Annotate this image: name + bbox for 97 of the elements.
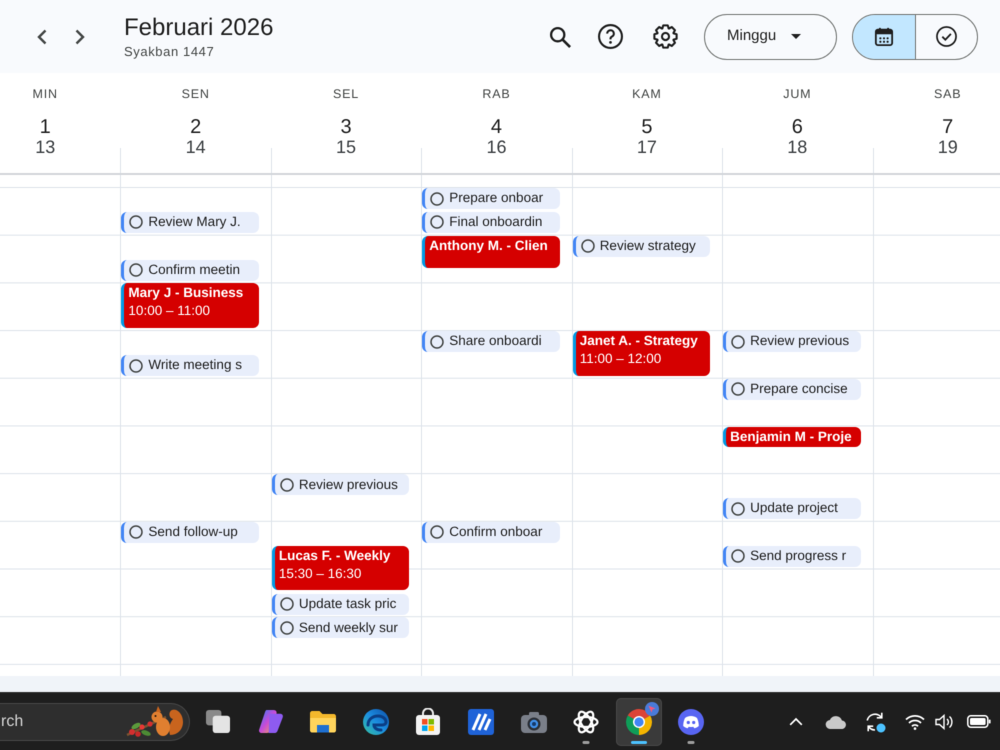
cloud-icon[interactable]	[825, 714, 847, 728]
hijri-date: 16	[486, 138, 506, 156]
circle-icon[interactable]	[129, 358, 144, 372]
task-item[interactable]: Write meeting s	[121, 355, 259, 376]
calendar-view-button[interactable]	[853, 14, 914, 58]
circle-icon[interactable]	[430, 192, 444, 206]
event-title: Anthony M. - Clien	[429, 236, 548, 255]
task-item[interactable]: Final onboardin	[422, 212, 560, 233]
swirl-icon	[362, 708, 389, 734]
day-name: SEN	[182, 86, 210, 102]
day-name: SEL	[333, 86, 360, 102]
hijri-date: 18	[787, 138, 808, 156]
task-item[interactable]: Update project	[723, 498, 861, 520]
task-item[interactable]: Review strategy	[572, 236, 710, 257]
calendar-event[interactable]: Benjamin M - Proje	[723, 426, 861, 448]
task-item[interactable]: Share onboardi	[422, 331, 560, 352]
circle-icon[interactable]	[430, 215, 444, 230]
day-name: RAB	[482, 86, 511, 102]
camera-icon	[520, 710, 547, 732]
volume-icon[interactable]	[935, 714, 955, 730]
circle-icon[interactable]	[731, 382, 746, 396]
date-number[interactable]: 4	[490, 116, 502, 138]
task-item[interactable]: Review Mary J.	[121, 212, 259, 233]
wifi-icon[interactable]	[905, 714, 925, 730]
squirrel-icon	[126, 704, 184, 738]
calendar-icon	[874, 27, 894, 46]
task-item[interactable]: Send weekly sur	[272, 617, 410, 638]
chevron-left-icon	[37, 28, 47, 44]
month-title: Februari 2026	[124, 14, 274, 40]
stacked-squares-icon	[205, 709, 231, 734]
circle-icon[interactable]	[129, 215, 144, 230]
event-title: Mary J - Business	[128, 284, 244, 302]
event-time: 15:30 – 16:30	[278, 564, 362, 583]
date-number[interactable]: 3	[340, 116, 352, 138]
task-item[interactable]: Send progress r	[723, 546, 861, 567]
task-item[interactable]: Update task pric	[272, 594, 410, 614]
date-number[interactable]: 1	[40, 116, 51, 138]
striped-tile-icon	[468, 708, 494, 734]
help-icon	[598, 24, 622, 49]
date-number[interactable]: 2	[190, 116, 202, 138]
event-title: Lucas F. - Weekly	[278, 546, 390, 565]
search-icon	[549, 26, 571, 48]
circle-icon[interactable]	[280, 597, 294, 611]
day-name: SAB	[934, 86, 962, 102]
arrow-badge-icon	[644, 702, 659, 716]
task-item[interactable]: Review previous	[723, 331, 861, 352]
hijri-date: 19	[938, 138, 958, 156]
circle-icon[interactable]	[280, 620, 294, 635]
date-number[interactable]: 7	[942, 116, 954, 138]
sync-icon[interactable]	[864, 710, 886, 732]
event-title: Janet A. - Strategy	[580, 332, 698, 350]
day-name: JUM	[783, 86, 812, 102]
caret-icon	[791, 34, 802, 39]
hijri-date: 17	[636, 138, 657, 156]
calendar-event[interactable]: Mary J - Business 10:00 – 11:00	[121, 283, 259, 328]
taskbar-button[interactable]	[616, 698, 662, 746]
circle-icon[interactable]	[430, 525, 444, 540]
ribbon-icon	[258, 709, 284, 734]
task-item[interactable]: Confirm meetin	[121, 260, 259, 281]
circle-icon[interactable]	[129, 525, 144, 540]
circle-icon[interactable]	[731, 334, 746, 349]
segmented-circle-icon	[626, 708, 652, 734]
task-item[interactable]: Confirm onboar	[422, 522, 560, 543]
task-item[interactable]: Prepare onboar	[422, 188, 560, 209]
event-time: 11:00 – 12:00	[580, 350, 662, 368]
folder-icon	[309, 710, 338, 733]
calendar-event[interactable]: Anthony M. - Clien	[422, 236, 560, 268]
chevron-right-icon	[75, 28, 85, 44]
date-number[interactable]: 6	[792, 116, 803, 138]
circle-icon[interactable]	[430, 334, 444, 349]
event-title: Benjamin M - Proje	[730, 428, 852, 446]
hijri-date: 14	[186, 138, 206, 156]
day-name: MIN	[32, 86, 58, 102]
task-item[interactable]: Send follow-up	[121, 522, 259, 543]
game-controller-icon	[678, 708, 704, 734]
hijri-date: 13	[35, 138, 56, 156]
settings-icon	[652, 24, 678, 49]
calendar-event[interactable]: Janet A. - Strategy 11:00 – 12:00	[572, 331, 710, 376]
view-dropdown[interactable]: Minggu	[704, 14, 837, 60]
battery-icon[interactable]	[967, 715, 991, 728]
date-number[interactable]: 5	[641, 116, 652, 138]
atom-icon	[573, 708, 600, 734]
circle-icon[interactable]	[129, 263, 144, 278]
shopping-bag-icon	[415, 708, 442, 735]
circle-icon[interactable]	[731, 549, 746, 564]
check-circle-icon	[936, 26, 957, 47]
task-item[interactable]: Prepare concise	[723, 378, 861, 400]
circle-icon[interactable]	[580, 239, 595, 254]
chevron-up-icon[interactable]	[789, 717, 803, 726]
task-item[interactable]: Review previous	[272, 474, 410, 496]
hijri-date: 15	[336, 138, 356, 156]
calendar-event[interactable]: Lucas F. - Weekly 15:30 – 16:30	[272, 546, 410, 590]
event-time: 10:00 – 11:00	[128, 302, 210, 320]
circle-icon[interactable]	[731, 502, 746, 516]
day-name: KAM	[632, 86, 662, 102]
circle-icon[interactable]	[280, 478, 294, 492]
hijri-month-label: Syakban 1447	[124, 44, 214, 58]
